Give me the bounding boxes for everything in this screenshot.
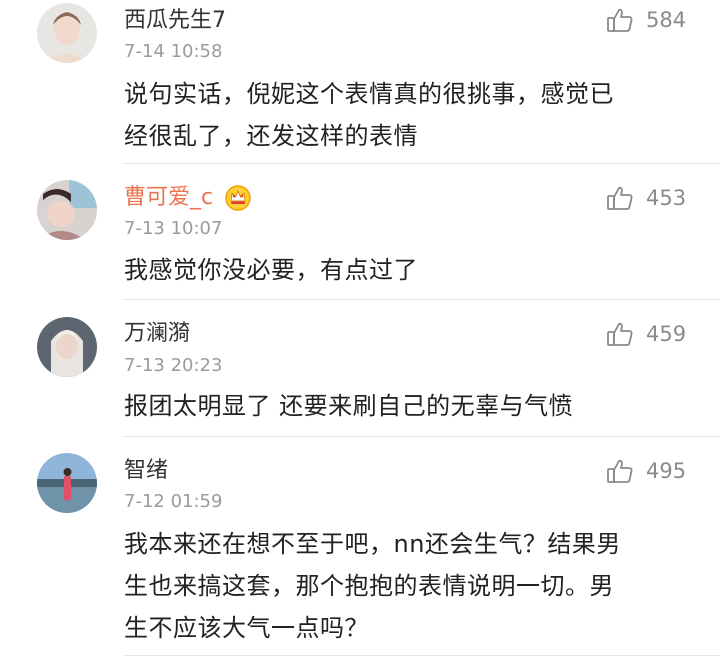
- comment-text-line: 经很乱了，还发这样的表情: [124, 122, 418, 150]
- comment-text-line: 生不应该大气一点吗？: [124, 614, 369, 642]
- timestamp: 7-13 10:07: [124, 218, 223, 239]
- like-button[interactable]: 584: [606, 5, 686, 35]
- like-button[interactable]: 495: [606, 456, 686, 486]
- comment-text: 我本来还在想不至于吧，nn还会生气？结果男 生也来搞这套，那个抱抱的表情说明一切…: [124, 523, 694, 649]
- divider: [124, 436, 720, 437]
- like-count: 495: [646, 459, 687, 483]
- like-count: 459: [646, 322, 687, 346]
- thumbs-up-icon: [606, 184, 646, 212]
- like-count: 584: [646, 8, 687, 32]
- comment-text-line: 生也来搞这套，那个抱抱的表情说明一切。男: [124, 572, 614, 600]
- username[interactable]: 西瓜先生7: [124, 8, 226, 34]
- username[interactable]: 智绪: [124, 458, 168, 484]
- comment-text: 报团太明显了 还要来刷自己的无辜与气愤: [124, 385, 694, 427]
- avatar[interactable]: [37, 317, 97, 377]
- username[interactable]: 万澜漪: [124, 321, 190, 347]
- comment-text: 说句实话，倪妮这个表情真的很挑事，感觉已 经很乱了，还发这样的表情: [124, 73, 694, 157]
- like-button[interactable]: 453: [606, 183, 686, 213]
- timestamp: 7-13 20:23: [124, 355, 223, 376]
- divider: [124, 655, 720, 656]
- timestamp: 7-12 01:59: [124, 491, 223, 512]
- thumbs-up-icon: [606, 6, 646, 34]
- vip-crown-icon: [224, 184, 252, 212]
- username[interactable]: 曹可爱_c: [124, 184, 252, 212]
- divider: [124, 299, 720, 300]
- thumbs-up-icon: [606, 457, 646, 485]
- timestamp: 7-14 10:58: [124, 41, 223, 62]
- like-count: 453: [646, 186, 687, 210]
- like-button[interactable]: 459: [606, 319, 686, 349]
- comment-text: 我感觉你没必要，有点过了: [124, 249, 694, 291]
- avatar[interactable]: [37, 3, 97, 63]
- comment-text-line: 我本来还在想不至于吧，nn还会生气？结果男: [124, 530, 621, 558]
- thumbs-up-icon: [606, 320, 646, 348]
- comment-text-line: 我感觉你没必要，有点过了: [124, 256, 418, 284]
- avatar[interactable]: [37, 453, 97, 513]
- avatar[interactable]: [37, 180, 97, 240]
- divider: [124, 163, 720, 164]
- username-text: 曹可爱_c: [124, 185, 214, 210]
- comment-text-line: 报团太明显了 还要来刷自己的无辜与气愤: [124, 392, 574, 420]
- comment-text-line: 说句实话，倪妮这个表情真的很挑事，感觉已: [124, 80, 614, 108]
